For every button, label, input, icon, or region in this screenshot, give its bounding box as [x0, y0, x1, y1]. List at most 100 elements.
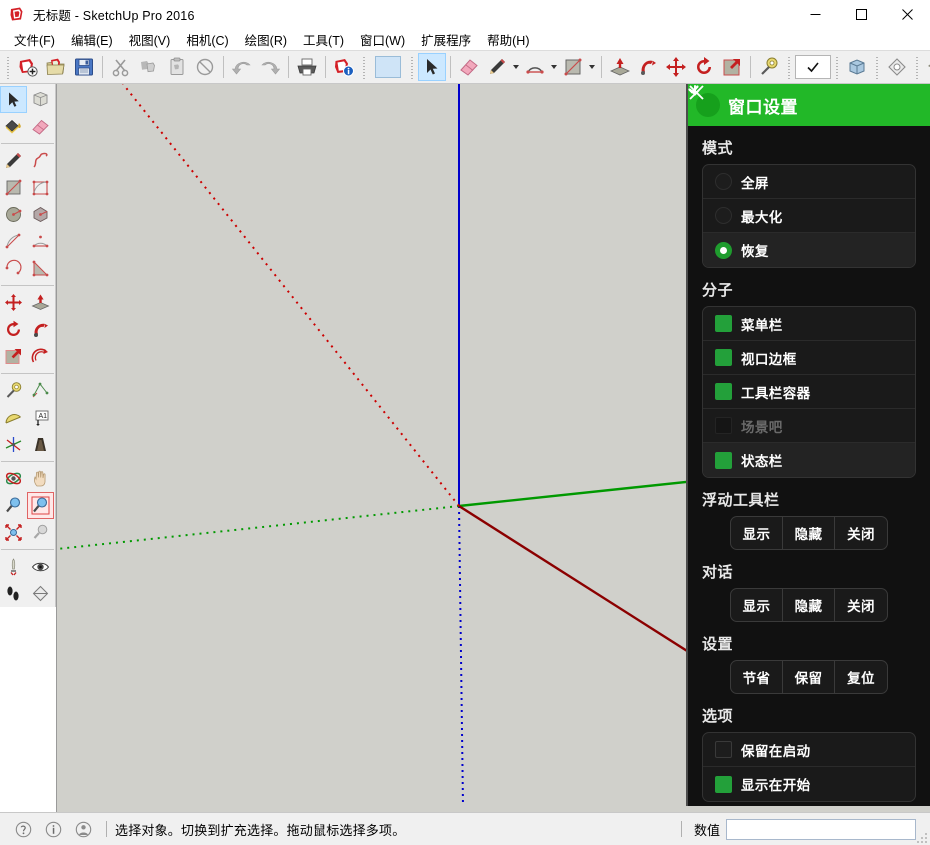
diamond-outline-icon[interactable]	[883, 53, 911, 81]
tool-section-plane[interactable]	[27, 580, 54, 607]
molecule-option-menubar[interactable]: 菜单栏	[688, 85, 915, 341]
menu-help[interactable]: 帮助(H)	[479, 28, 537, 51]
new-document-icon[interactable]	[14, 53, 42, 81]
tool-protractor[interactable]	[0, 404, 27, 431]
chevron-down-icon[interactable]	[549, 53, 559, 81]
tool-paint-bucket[interactable]	[0, 113, 27, 140]
tool-zoom-extents[interactable]	[0, 519, 27, 546]
chevron-down-icon[interactable]	[587, 53, 597, 81]
checkmark-well-icon[interactable]	[795, 53, 831, 81]
floating-toolbars-hide-button[interactable]: 隐藏	[783, 517, 835, 549]
dialogs-close-button[interactable]: 关闭	[835, 589, 887, 621]
tool-freehand[interactable]	[27, 147, 54, 174]
mode-option-fullscreen[interactable]: 全屏	[703, 165, 915, 199]
menu-draw[interactable]: 绘图(R)	[237, 28, 295, 51]
tool-text[interactable]: A1	[27, 404, 54, 431]
tool-2point-arc[interactable]	[27, 228, 54, 255]
tool-look-around[interactable]	[27, 553, 54, 580]
tool-rotate[interactable]	[0, 316, 27, 343]
close-button[interactable]	[884, 0, 930, 28]
tool-previous-view[interactable]	[27, 519, 54, 546]
menu-extensions[interactable]: 扩展程序	[413, 28, 479, 51]
dialogs-hide-button[interactable]: 隐藏	[783, 589, 835, 621]
toolbar-grip[interactable]	[409, 55, 415, 79]
toolbar-grip[interactable]	[914, 55, 920, 79]
tool-pushpull[interactable]	[27, 289, 54, 316]
select-arrow-icon[interactable]	[418, 53, 446, 81]
scale-icon[interactable]	[718, 53, 746, 81]
menu-window[interactable]: 窗口(W)	[352, 28, 413, 51]
tape-measure-icon[interactable]	[755, 53, 783, 81]
molecule-option-toolbar-container[interactable]: 工具栏容器	[688, 85, 915, 409]
options-keep-on-startup[interactable]: 保留在启动	[703, 733, 915, 767]
mode-option-maximize[interactable]: 最大化	[703, 199, 915, 233]
tool-position-camera[interactable]	[0, 553, 27, 580]
tool-zoom[interactable]	[0, 492, 27, 519]
save-disk-icon[interactable]	[70, 53, 98, 81]
menu-camera[interactable]: 相机(C)	[178, 28, 236, 51]
tool-offset[interactable]	[27, 343, 54, 370]
tool-line[interactable]	[0, 147, 27, 174]
tool-move[interactable]	[0, 289, 27, 316]
value-control-box-input[interactable]	[726, 818, 916, 840]
move-icon[interactable]	[662, 53, 690, 81]
model-info-icon[interactable]	[330, 53, 358, 81]
tool-rotated-rectangle[interactable]	[27, 174, 54, 201]
tool-followme[interactable]	[27, 316, 54, 343]
tool-pan[interactable]	[27, 465, 54, 492]
close-icon[interactable]	[689, 85, 920, 117]
tool-eraser[interactable]	[27, 113, 54, 140]
help-question-icon[interactable]	[14, 820, 32, 838]
pushpull-icon[interactable]	[606, 53, 634, 81]
tool-make-component[interactable]	[27, 86, 54, 113]
drawing-canvas[interactable]: 窗口设置 模式 全屏 最大化 恢复 分子 菜单栏 视口边框 工具栏容器 场景吧 …	[56, 84, 930, 812]
pencil-line-icon[interactable]	[483, 53, 511, 81]
mode-option-restore[interactable]: 恢复	[703, 233, 915, 267]
menu-file[interactable]: 文件(F)	[6, 28, 63, 51]
dialogs-show-button[interactable]: 显示	[731, 589, 783, 621]
tool-tape-measure[interactable]	[0, 377, 27, 404]
eraser-icon[interactable]	[455, 53, 483, 81]
maximize-button[interactable]	[838, 0, 884, 28]
tool-select[interactable]	[0, 86, 27, 113]
toolbar-grip[interactable]	[786, 55, 792, 79]
tool-zoom-window[interactable]	[27, 492, 54, 519]
options-show-on-start[interactable]: 显示在开始	[688, 85, 915, 801]
toolbar-grip[interactable]	[361, 55, 367, 79]
floating-toolbars-close-button[interactable]: 关闭	[835, 517, 887, 549]
tool-circle[interactable]	[0, 201, 27, 228]
tool-axes[interactable]	[0, 431, 27, 458]
tool-3point-arc[interactable]	[0, 255, 27, 282]
molecule-option-viewport-border[interactable]: 视口边框	[688, 85, 915, 375]
style-swatch-icon[interactable]	[370, 53, 406, 81]
settings-reset-button[interactable]: 复位	[835, 661, 887, 693]
menu-edit[interactable]: 编辑(E)	[63, 28, 121, 51]
arc-icon[interactable]	[521, 53, 549, 81]
toolbar-grip[interactable]	[834, 55, 840, 79]
toolbar-grip[interactable]	[874, 55, 880, 79]
open-folder-icon[interactable]	[42, 53, 70, 81]
house-icon[interactable]	[923, 53, 930, 81]
tool-rectangle[interactable]	[0, 174, 27, 201]
account-person-icon[interactable]	[74, 820, 92, 838]
floating-toolbars-show-button[interactable]: 显示	[731, 517, 783, 549]
tool-dimension[interactable]	[27, 377, 54, 404]
menu-tools[interactable]: 工具(T)	[295, 28, 352, 51]
toolbar-grip[interactable]	[5, 55, 11, 79]
tool-orbit[interactable]	[0, 465, 27, 492]
molecule-option-statusbar[interactable]: 状态栏	[688, 85, 915, 477]
tool-walk[interactable]	[0, 580, 27, 607]
chevron-down-icon[interactable]	[511, 53, 521, 81]
tool-polygon[interactable]	[27, 201, 54, 228]
followme-icon[interactable]	[634, 53, 662, 81]
rectangle-icon[interactable]	[559, 53, 587, 81]
rotate-icon[interactable]	[690, 53, 718, 81]
orbit-cube-icon[interactable]	[843, 53, 871, 81]
minimize-button[interactable]	[792, 0, 838, 28]
tool-scale[interactable]	[0, 343, 27, 370]
settings-keep-button[interactable]: 保留	[783, 661, 835, 693]
menu-view[interactable]: 视图(V)	[121, 28, 179, 51]
info-icon[interactable]	[44, 820, 62, 838]
tool-arc[interactable]	[0, 228, 27, 255]
tool-3d-text[interactable]	[27, 431, 54, 458]
